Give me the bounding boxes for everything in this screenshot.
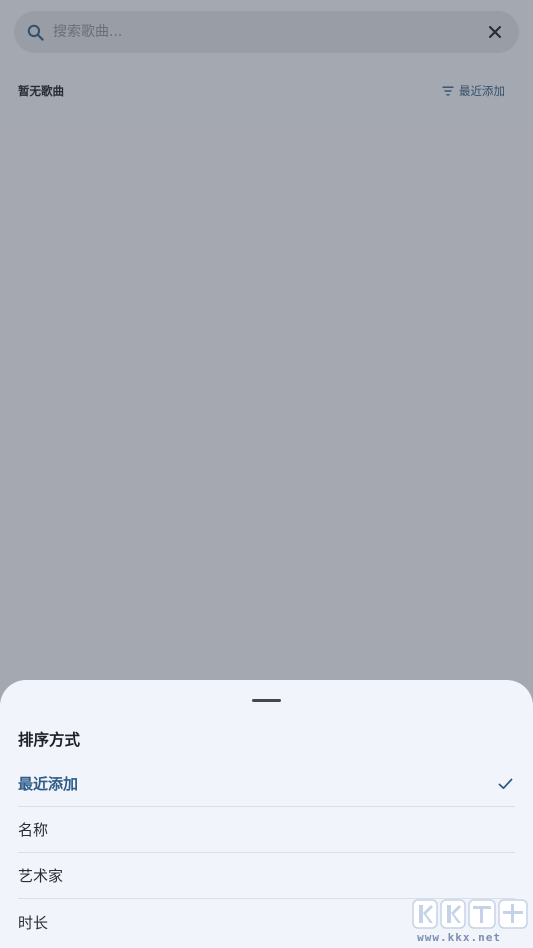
watermark-logo: www.kkx.net (411, 894, 529, 946)
watermark-url: www.kkx.net (417, 931, 501, 944)
sort-option-artist[interactable]: 艺术家 (18, 853, 515, 899)
sort-option-label: 名称 (18, 821, 49, 839)
check-icon (497, 776, 513, 792)
sort-option-label: 最近添加 (18, 775, 79, 793)
sort-option-label: 艺术家 (18, 867, 64, 885)
sort-option-recently-added[interactable]: 最近添加 (18, 761, 515, 807)
sort-option-name[interactable]: 名称 (18, 807, 515, 853)
drag-handle[interactable] (252, 699, 281, 702)
sort-option-label: 时长 (18, 913, 49, 932)
sheet-title: 排序方式 (18, 731, 81, 749)
